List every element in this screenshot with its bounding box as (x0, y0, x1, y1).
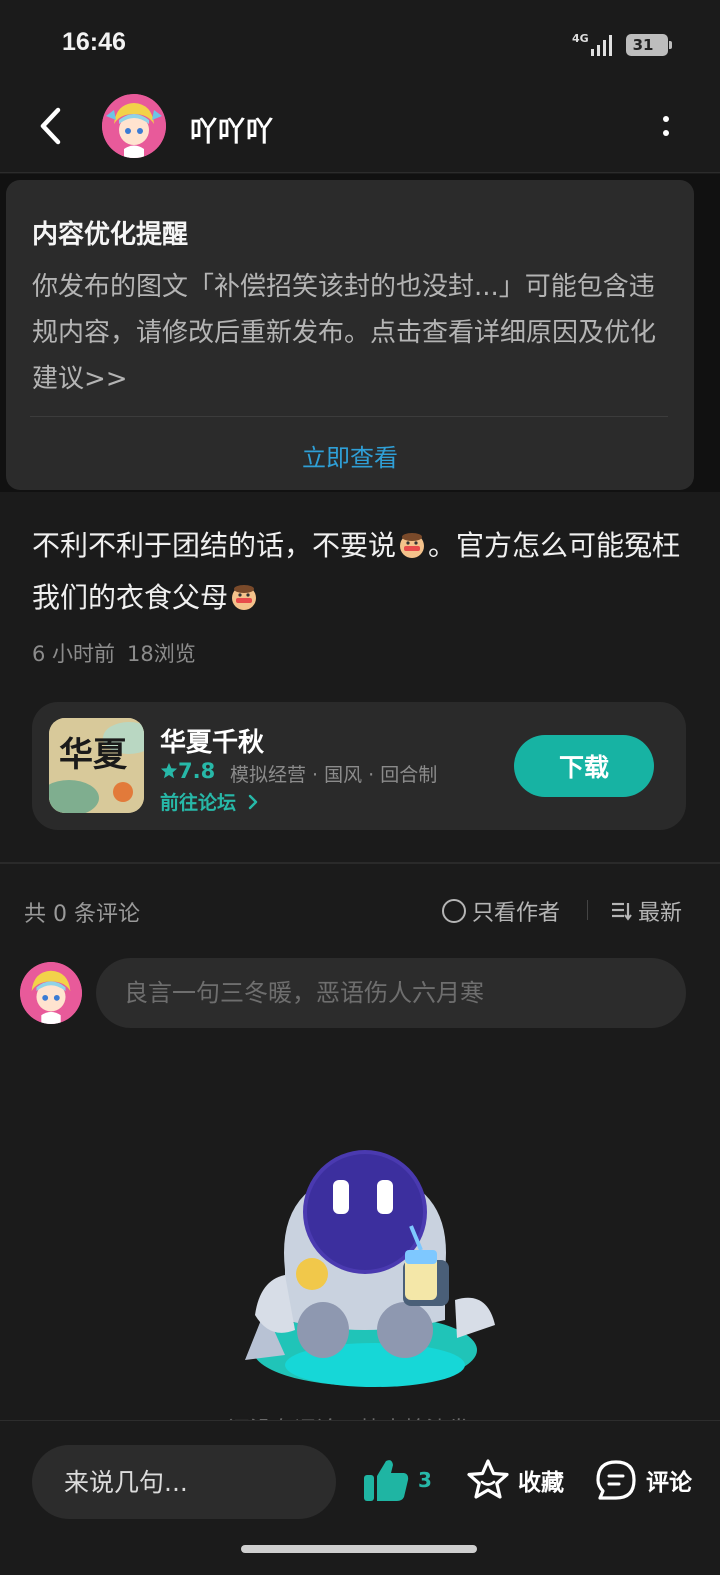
bottom-bar: 3 收藏 评论 (0, 1420, 720, 1575)
radio-icon (442, 899, 466, 923)
game-tags: 模拟经营 · 国风 · 回合制 (230, 764, 438, 786)
notice-card[interactable]: 内容优化提醒 你发布的图文「补偿招笑该封的也没封...」可能包含违规内容，请修改… (6, 180, 694, 490)
favorite-label: 收藏 (518, 1470, 564, 1496)
download-button[interactable]: 下载 (514, 735, 654, 797)
header: 吖吖吖 (0, 88, 720, 173)
avatar-image (20, 962, 82, 1024)
game-logo-image: 华夏 (49, 718, 144, 813)
like-count: 3 (418, 1468, 432, 1492)
network-type: 4G (572, 32, 589, 45)
star-outline-icon (467, 1459, 509, 1499)
back-arrow-icon[interactable] (30, 104, 74, 148)
chevron-right-icon (248, 794, 257, 810)
like-button[interactable]: 3 (362, 1455, 432, 1505)
post-meta: 6 小时前 18浏览 (32, 638, 196, 668)
sort-label: 最新 (638, 901, 683, 926)
avatar[interactable] (20, 962, 82, 1024)
rating-value: 7.8 (178, 759, 216, 783)
comment-label: 评论 (646, 1470, 692, 1496)
author-only-label: 只看作者 (472, 901, 561, 926)
status-bar: 16:46 4G 31 (0, 0, 720, 88)
emoji-icon (232, 585, 257, 610)
author-only-toggle[interactable]: 只看作者 (442, 895, 560, 927)
screen: 16:46 4G 31 吖吖吖 内容优化提醒 你发布的图文「补偿招笑该封的也没封… (0, 0, 720, 1575)
star-icon (160, 762, 178, 779)
emoji-icon (400, 533, 425, 558)
divider (587, 900, 588, 920)
notice-section: 内容优化提醒 你发布的图文「补偿招笑该封的也没封...」可能包含违规内容，请修改… (0, 174, 720, 492)
username[interactable]: 吖吖吖 (190, 110, 274, 149)
post-time: 6 小时前 (32, 642, 116, 666)
game-card[interactable]: 华夏 华夏千秋 7.8 模拟经营 · 国风 · 回合制 前往论坛 下载 (32, 702, 686, 830)
notice-title: 内容优化提醒 (32, 220, 189, 250)
avatar[interactable] (102, 94, 166, 158)
post-content: 不利不利于团结的话，不要说 。官方怎么可能冤枉我们的衣食父母 (32, 520, 692, 624)
sort-icon (612, 902, 632, 921)
forum-link[interactable]: 前往论坛 (160, 788, 259, 815)
more-icon[interactable] (656, 112, 676, 144)
signal-icon (591, 35, 612, 56)
divider (0, 862, 720, 864)
game-icon-text: 华夏 (59, 735, 128, 775)
game-name[interactable]: 华夏千秋 (160, 722, 264, 759)
divider (30, 416, 668, 417)
game-rating: 7.8 (160, 759, 215, 783)
view-now-link[interactable]: 立即查看 (6, 438, 694, 473)
favorite-button[interactable]: 收藏 (466, 1455, 564, 1505)
home-indicator[interactable] (241, 1545, 477, 1553)
reply-input[interactable] (32, 1445, 336, 1519)
avatar-image (102, 94, 166, 158)
notice-body[interactable]: 你发布的图文「补偿招笑该封的也没封...」可能包含违规内容，请修改后重新发布。点… (32, 264, 672, 402)
status-time: 16:46 (62, 28, 126, 56)
sort-toggle[interactable]: 最新 (610, 895, 682, 927)
comments-count: 共 0 条评论 (24, 902, 140, 927)
post-text-part1: 不利不利于团结的话，不要说 (32, 529, 397, 562)
comment-button[interactable]: 评论 (594, 1455, 692, 1505)
comment-input[interactable] (96, 958, 686, 1028)
post-views: 18浏览 (127, 642, 196, 666)
battery-level: 31 (632, 36, 654, 54)
game-icon[interactable]: 华夏 (49, 718, 144, 813)
forum-link-label: 前往论坛 (160, 792, 237, 814)
battery-icon: 31 (626, 34, 672, 56)
thumbs-up-icon (364, 1460, 409, 1501)
comment-icon (596, 1460, 636, 1500)
mascot-illustration (245, 1150, 495, 1387)
